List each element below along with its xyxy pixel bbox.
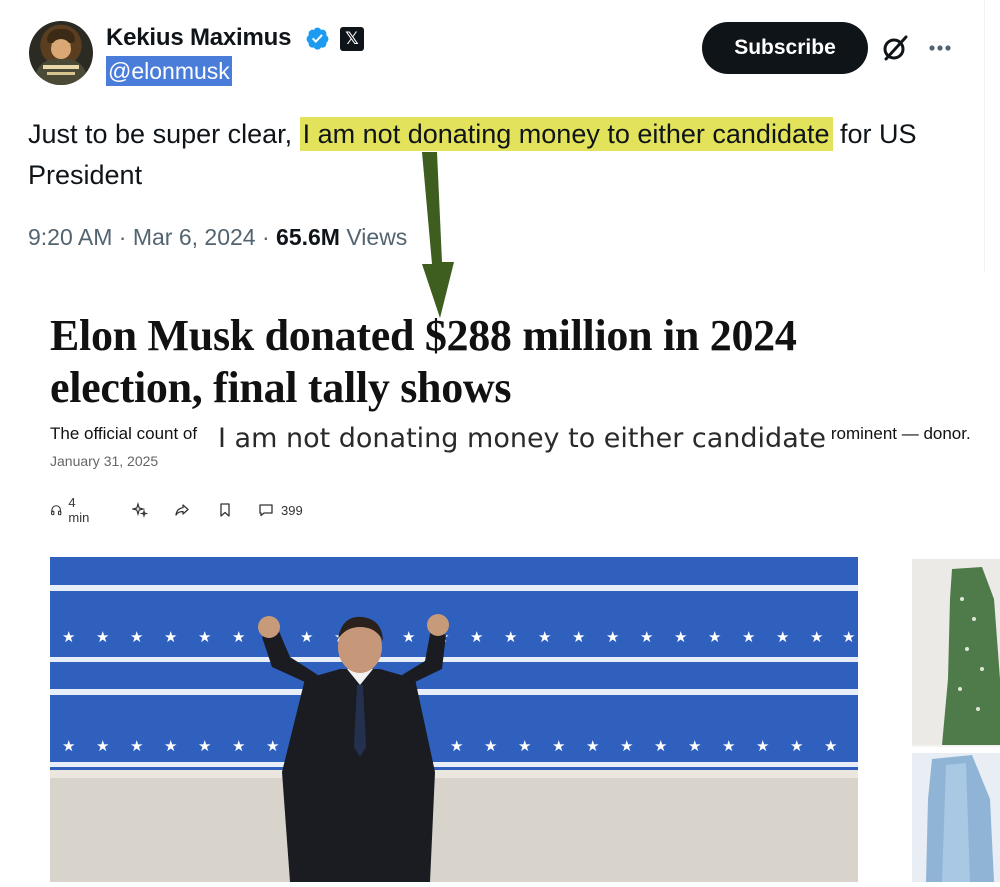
svg-text:★: ★ [552, 737, 565, 755]
more-icon[interactable] [926, 35, 954, 61]
svg-text:★: ★ [450, 737, 463, 755]
svg-text:★: ★ [586, 737, 599, 755]
svg-text:★: ★ [518, 737, 531, 755]
tweet-meta: 9:20 AM · Mar 6, 2024 · 65.6M Views [28, 224, 408, 250]
tweet-time[interactable]: 9:20 AM [28, 224, 112, 250]
svg-text:★: ★ [842, 628, 855, 646]
svg-text:★: ★ [572, 628, 585, 646]
comments-count: 399 [281, 502, 303, 518]
svg-text:★: ★ [96, 628, 109, 646]
svg-text:★: ★ [654, 737, 667, 755]
sparkle-icon [132, 502, 148, 518]
svg-text:★: ★ [708, 628, 721, 646]
svg-text:★: ★ [504, 628, 517, 646]
avatar[interactable] [29, 21, 93, 85]
svg-text:★: ★ [790, 737, 803, 755]
svg-text:★: ★ [130, 737, 143, 755]
svg-text:★: ★ [164, 737, 177, 755]
svg-text:★: ★ [96, 737, 109, 755]
views-count: 65.6M [276, 224, 340, 250]
svg-text:★: ★ [640, 628, 653, 646]
svg-text:★: ★ [266, 737, 279, 755]
summary-button[interactable] [132, 498, 148, 522]
x-logo-icon: 𝕏 [340, 27, 364, 51]
tweet-card: Kekius Maximus 𝕏 @elonmusk Subscribe Jus… [0, 0, 985, 268]
svg-text:★: ★ [198, 737, 211, 755]
share-icon [175, 504, 189, 516]
headphones-icon [51, 505, 62, 516]
svg-text:★: ★ [62, 628, 75, 646]
svg-text:★: ★ [722, 737, 735, 755]
hero-photo[interactable]: ★ ★ ★ ★ ★ ★ ★ ★ ★ ★ ★ ★ ★ ★ ★ ★ ★ ★ ★ ★ ★ ★ ★ ★ ★ ★ ★ ★ ★ ★ ★ ★ ★ ★ ★ ★ ★ ★ ★… [50, 557, 858, 882]
svg-text:★: ★ [300, 628, 313, 646]
svg-text:★: ★ [776, 628, 789, 646]
svg-text:★: ★ [688, 737, 701, 755]
svg-text:★: ★ [824, 737, 837, 755]
tweet-text: Just to be super clear, I am not donatin… [28, 117, 917, 190]
grok-icon[interactable] [880, 33, 910, 63]
overlay-quote: I am not donating money to either candid… [212, 420, 832, 460]
svg-text:★: ★ [538, 628, 551, 646]
svg-text:★: ★ [62, 737, 75, 755]
svg-text:★: ★ [232, 628, 245, 646]
svg-text:★: ★ [198, 628, 211, 646]
share-button[interactable] [174, 498, 190, 522]
side-ad[interactable] [912, 559, 1000, 882]
svg-text:★: ★ [620, 737, 633, 755]
svg-text:★: ★ [606, 628, 619, 646]
svg-text:★: ★ [484, 737, 497, 755]
verified-icon [306, 27, 329, 50]
divider [984, 0, 985, 272]
ad-dresses-image [912, 559, 1000, 882]
comment-icon [259, 504, 273, 517]
display-name[interactable]: Kekius Maximus [106, 24, 291, 52]
hero-illustration: ★ ★ ★ ★ ★ ★ ★ ★ ★ ★ ★ ★ ★ ★ ★ ★ ★ ★ ★ ★ ★ ★ ★ ★ ★ ★ ★ ★ ★ ★ ★ ★ ★ ★ ★ ★ ★ ★ ★… [50, 557, 858, 882]
listen-duration: 4 min [68, 495, 90, 525]
article-date: January 31, 2025 [50, 453, 159, 469]
bookmark-icon [220, 503, 230, 517]
listen-button[interactable]: 4 min [50, 495, 93, 525]
svg-text:★: ★ [402, 628, 415, 646]
svg-text:★: ★ [756, 737, 769, 755]
svg-text:★: ★ [674, 628, 687, 646]
bookmark-button[interactable] [218, 498, 232, 522]
highlighted-quote: I am not donating money to either candid… [299, 117, 833, 151]
comments-button[interactable]: 399 [258, 498, 303, 522]
svg-text:★: ★ [470, 628, 483, 646]
tweet-date[interactable]: Mar 6, 2024 [133, 224, 256, 250]
svg-text:★: ★ [232, 737, 245, 755]
handle[interactable]: @elonmusk [106, 56, 232, 86]
views-label: Views [346, 224, 408, 250]
svg-text:★: ★ [130, 628, 143, 646]
subscribe-button[interactable]: Subscribe [702, 22, 868, 74]
svg-text:★: ★ [164, 628, 177, 646]
svg-text:★: ★ [810, 628, 823, 646]
article-title: Elon Musk donated $288 million in 2024 e… [50, 311, 797, 412]
svg-text:★: ★ [742, 628, 755, 646]
